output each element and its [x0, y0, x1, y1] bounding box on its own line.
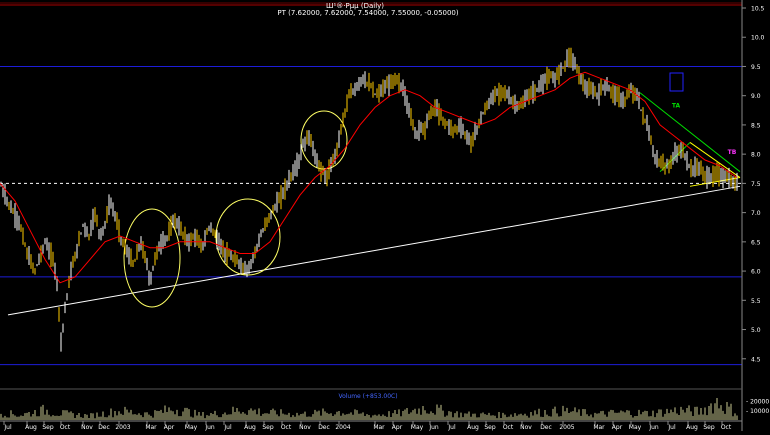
- time-tick-label: Mar: [145, 424, 157, 431]
- time-tick-label: Jul: [667, 424, 676, 431]
- time-tick-label: Sep: [42, 424, 54, 431]
- price-tick-label: 5.0: [751, 327, 761, 334]
- price-tick-label: 9.5: [751, 64, 761, 71]
- time-tick-label: Oct: [721, 424, 732, 431]
- time-tick-label: 2004: [335, 424, 350, 431]
- time-tick-label: Jul: [223, 424, 232, 431]
- time-tick-label: Aug: [25, 424, 37, 431]
- time-tick-label: Nov: [81, 424, 93, 431]
- time-tick-label: Jun: [428, 424, 439, 431]
- time-tick-label: 2005: [559, 424, 574, 431]
- time-tick-label: Jun: [204, 424, 215, 431]
- price-tick-label: 8.5: [751, 122, 761, 129]
- chart: Ш¹®·Рµµ (Daily) PT (7.62000, 7.62000, 7.…: [0, 0, 770, 431]
- time-tick-label: Oct: [60, 424, 71, 431]
- time-tick-label: Sep: [703, 424, 715, 431]
- time-tick-label: May: [411, 424, 424, 431]
- price-tick-label: 4.5: [751, 356, 761, 363]
- time-tick-label: Apr: [392, 424, 403, 431]
- time-tick-label: Nov: [520, 424, 532, 431]
- annotation-label: TB: [728, 149, 737, 156]
- time-tick-label: 2003: [115, 424, 130, 431]
- time-tick-label: Dec: [540, 424, 552, 431]
- price-tick-label: 7.5: [751, 181, 761, 188]
- time-tick-label: Mar: [373, 424, 385, 431]
- time-tick-label: Jul: [3, 424, 12, 431]
- volume-tick-label: - 10000: [746, 408, 769, 415]
- time-tick-label: Apr: [612, 424, 623, 431]
- time-tick-label: Jul: [447, 424, 456, 431]
- price-tick-label: 10.0: [751, 35, 765, 42]
- price-tick-label: 7.0: [751, 210, 761, 217]
- time-tick-label: Mar: [593, 424, 605, 431]
- price-tick-label: 6.0: [751, 269, 761, 276]
- time-tick-label: Aug: [467, 424, 479, 431]
- price-tick-label: 8.0: [751, 152, 761, 159]
- time-tick-label: Apr: [164, 424, 175, 431]
- time-tick-label: Oct: [281, 424, 292, 431]
- time-tick-label: Aug: [244, 424, 256, 431]
- time-tick-label: Dec: [98, 424, 110, 431]
- time-tick-label: Dec: [318, 424, 330, 431]
- price-tick-label: 5.5: [751, 298, 761, 305]
- volume-tick-label: - 20000: [746, 398, 769, 405]
- time-tick-label: Nov: [299, 424, 311, 431]
- price-chart-svg: Ш¹®·Рµµ (Daily) PT (7.62000, 7.62000, 7.…: [0, 0, 770, 431]
- chart-title: PT (7.62000, 7.62000, 7.54000, 7.55000, …: [277, 9, 459, 17]
- time-tick-label: Sep: [262, 424, 274, 431]
- price-tick-label: 9.0: [751, 93, 761, 100]
- volume-label: Volume (+853.00C): [338, 393, 397, 400]
- price-tick-label: 10.5: [751, 6, 765, 13]
- time-tick-label: Oct: [503, 424, 514, 431]
- time-tick-label: Sep: [484, 424, 496, 431]
- time-tick-label: May: [185, 424, 198, 431]
- time-tick-label: May: [629, 424, 642, 431]
- annotation-label: TA: [672, 102, 681, 109]
- time-tick-label: Jun: [648, 424, 659, 431]
- price-tick-label: 6.5: [751, 239, 761, 246]
- time-tick-label: Aug: [686, 424, 698, 431]
